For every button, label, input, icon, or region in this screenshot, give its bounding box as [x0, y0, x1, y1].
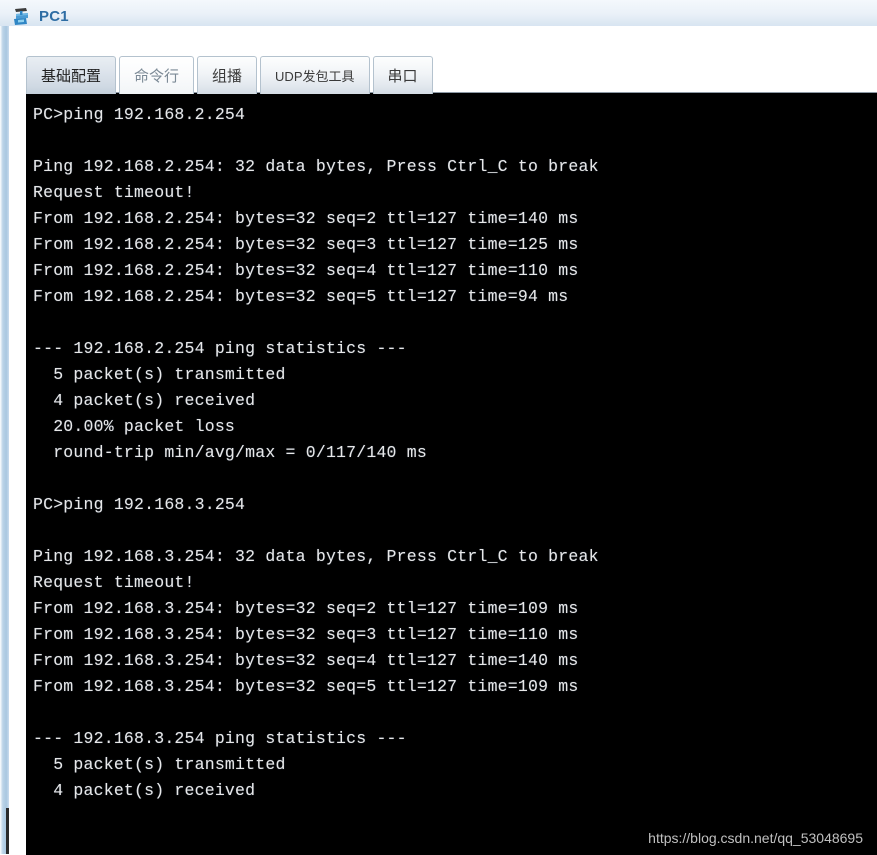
terminal-line: 5 packet(s) transmitted: [33, 365, 286, 384]
tab-multicast[interactable]: 组播: [197, 56, 258, 94]
tab-serial-port-label: 串口: [387, 68, 418, 85]
terminal-line: --- 192.168.3.254 ping statistics ---: [33, 729, 407, 748]
pc1-simulator-window: PC1 基础配置 命令行 组播 UDP发包工具 串口 PC>ping 192.1…: [0, 0, 877, 855]
terminal-line: From 192.168.3.254: bytes=32 seq=5 ttl=1…: [33, 677, 579, 696]
terminal-line: PC>ping 192.168.2.254: [33, 105, 246, 124]
terminal-line: 5 packet(s) transmitted: [33, 755, 286, 774]
window-left-border: [0, 26, 9, 854]
terminal-line: --- 192.168.2.254 ping statistics ---: [33, 339, 407, 358]
terminal-line: Ping 192.168.3.254: 32 data bytes, Press…: [33, 547, 599, 566]
scroll-caret-artifact: [6, 808, 9, 854]
terminal-line: Request timeout!: [33, 573, 195, 592]
terminal-line: 20.00% packet loss: [33, 417, 236, 436]
window-title: PC1: [39, 8, 69, 25]
terminal-line: From 192.168.3.254: bytes=32 seq=2 ttl=1…: [33, 599, 579, 618]
tab-udp-packet-tool[interactable]: UDP发包工具: [260, 56, 370, 94]
terminal-line: From 192.168.2.254: bytes=32 seq=2 ttl=1…: [33, 209, 579, 228]
tab-multicast-label: 组播: [212, 68, 243, 85]
terminal-line: From 192.168.2.254: bytes=32 seq=3 ttl=1…: [33, 235, 579, 254]
pc-device-icon: [12, 6, 34, 28]
tab-serial-port[interactable]: 串口: [372, 56, 433, 94]
terminal-line: PC>ping 192.168.3.254: [33, 495, 246, 514]
terminal-line: 4 packet(s) received: [33, 781, 256, 800]
tab-command-line-label: 命令行: [134, 68, 180, 85]
terminal-line: Request timeout!: [33, 183, 195, 202]
terminal-line: From 192.168.2.254: bytes=32 seq=4 ttl=1…: [33, 261, 579, 280]
terminal-output: PC>ping 192.168.2.254 Ping 192.168.2.254…: [33, 102, 877, 804]
tab-strip: 基础配置 命令行 组播 UDP发包工具 串口: [26, 53, 436, 94]
tab-command-line[interactable]: 命令行: [119, 56, 195, 94]
terminal-line: From 192.168.2.254: bytes=32 seq=5 ttl=1…: [33, 287, 569, 306]
tab-udp-packet-tool-label: UDP发包工具: [275, 69, 355, 84]
terminal-line: From 192.168.3.254: bytes=32 seq=3 ttl=1…: [33, 625, 579, 644]
terminal-line: Ping 192.168.2.254: 32 data bytes, Press…: [33, 157, 599, 176]
terminal-line: round-trip min/avg/max = 0/117/140 ms: [33, 443, 427, 462]
tab-basic-config-label: 基础配置: [41, 68, 102, 85]
command-line-terminal[interactable]: PC>ping 192.168.2.254 Ping 192.168.2.254…: [26, 92, 877, 855]
tab-basic-config[interactable]: 基础配置: [26, 56, 117, 94]
watermark-text: https://blog.csdn.net/qq_53048695: [648, 830, 863, 846]
terminal-line: 4 packet(s) received: [33, 391, 256, 410]
terminal-line: From 192.168.3.254: bytes=32 seq=4 ttl=1…: [33, 651, 579, 670]
